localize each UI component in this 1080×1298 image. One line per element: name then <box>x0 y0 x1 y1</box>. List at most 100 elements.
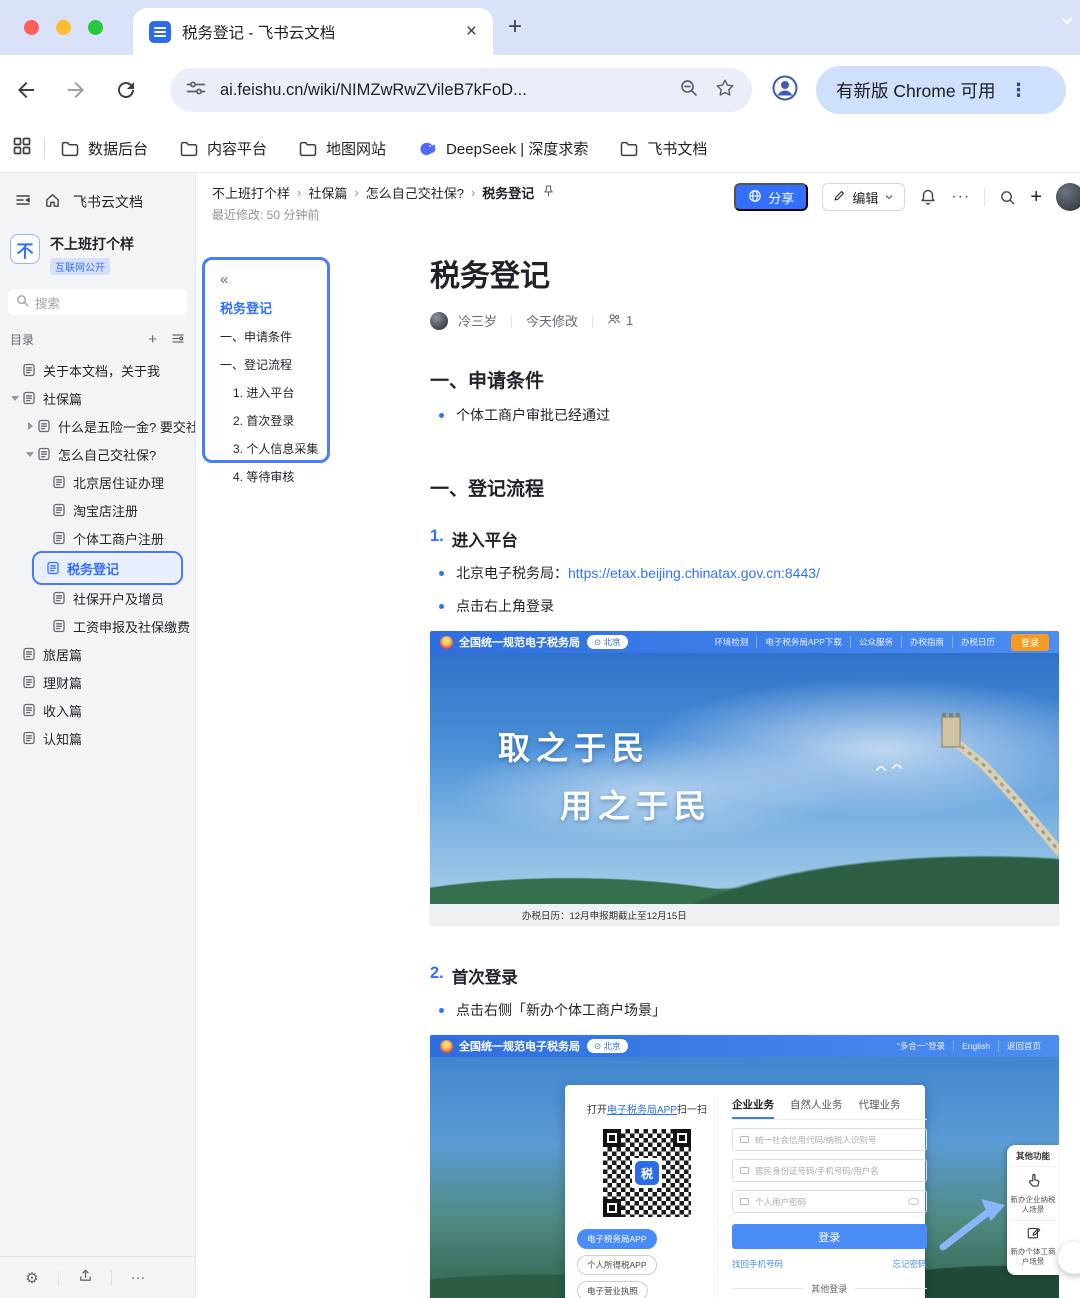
outline-title[interactable]: 税务登记 <box>220 298 321 317</box>
edited-time: 今天修改 <box>526 314 579 329</box>
forgot-password-link: 忘记密码 <box>892 1259 927 1269</box>
close-window-button[interactable] <box>24 20 39 35</box>
edit-button[interactable]: 编辑 <box>822 183 906 211</box>
bookmark-item[interactable]: 地图网站 <box>299 138 386 159</box>
panel-title: 其他功能 <box>1010 1150 1056 1167</box>
share-out-icon[interactable] <box>59 1268 111 1287</box>
maximize-window-button[interactable] <box>88 20 103 35</box>
create-new-icon[interactable]: + <box>1030 187 1042 207</box>
outline-item[interactable]: 一、登记流程 <box>220 356 321 373</box>
tax-top-link: 返回首页 <box>997 1040 1049 1052</box>
forward-icon[interactable] <box>64 78 88 102</box>
login-tab: 自然人业务 <box>790 1099 843 1111</box>
tab-close-icon[interactable]: × <box>466 22 477 41</box>
bookmark-star-icon[interactable] <box>714 77 736 104</box>
directory-settings-icon[interactable] <box>171 331 185 348</box>
sidebar-item[interactable]: 旅居篇 <box>0 640 195 668</box>
breadcrumb-separator: › <box>354 185 359 200</box>
bookmark-item[interactable]: 数据后台 <box>61 138 148 159</box>
author-name[interactable]: 冷三岁 <box>458 311 497 330</box>
sidebar-item-label: 个体工商户注册 <box>73 531 165 547</box>
reload-icon[interactable] <box>114 78 138 102</box>
sidebar-item[interactable]: 认知篇 <box>0 724 195 752</box>
profile-icon[interactable] <box>770 73 800 108</box>
great-wall-graphic <box>759 673 1059 868</box>
sidebar-item-label: 什么是五险一金? 要交社... <box>58 419 195 435</box>
breadcrumb-separator: › <box>297 185 302 200</box>
embedded-image-tax-login[interactable]: 全国统一规范电子税务局 ⊙ 北京 “多合一”登录 English 返回首页 打开电子… <box>430 1035 1059 1298</box>
breadcrumb-item[interactable]: 税务登记 <box>482 183 534 202</box>
sidebar-item[interactable]: 工资申报及社保缴费 <box>0 612 195 640</box>
expand-arrow-icon[interactable] <box>8 395 22 401</box>
breadcrumb-item[interactable]: 怎么自己交社保? <box>366 183 464 202</box>
home-icon[interactable] <box>44 192 61 212</box>
sidebar-item[interactable]: 怎么自己交社保? <box>0 440 195 468</box>
app-pill: 个人所得税APP <box>577 1255 657 1275</box>
settings-gear-icon[interactable]: ⚙ <box>6 1269 58 1287</box>
bookmark-item[interactable]: 内容平台 <box>180 138 267 159</box>
outline-item[interactable]: 一、申请条件 <box>220 328 321 345</box>
embedded-image-tax-homepage[interactable]: 全国统一规范电子税务局 ⊙ 北京 环境检测 电子税务局APP下载 公众服务 办税指南办… <box>430 631 1059 926</box>
more-options-icon[interactable]: ··· <box>112 1269 164 1286</box>
sidebar-item[interactable]: 淘宝店注册 <box>0 496 195 524</box>
pin-icon[interactable] <box>541 184 556 202</box>
other-login-title: 其他登录 <box>811 1284 848 1294</box>
tax-home-nav: 环境检测 电子税务局APP下载 公众服务 办税指南 办税日历 <box>706 636 1003 648</box>
back-icon[interactable] <box>14 78 38 102</box>
sidebar-item[interactable]: 社保开户及增员 <box>0 584 195 612</box>
bullet-text: 个体工商户审批已经通过 <box>456 407 610 423</box>
sidebar-item-label: 社保开户及增员 <box>73 591 165 607</box>
sidebar-item[interactable]: 什么是五险一金? 要交社... <box>0 412 195 440</box>
national-emblem-icon <box>440 1039 453 1053</box>
bookmark-item[interactable]: DeepSeek | 深度求索 <box>418 138 588 159</box>
sidebar-item[interactable]: 收入篇 <box>0 696 195 724</box>
sidebar-item[interactable]: 社保篇 <box>0 384 195 412</box>
tab-overflow-chevron-icon[interactable] <box>1058 12 1076 35</box>
sidebar-item[interactable]: 关于本文档，关于我 <box>0 356 195 384</box>
add-page-icon[interactable]: + <box>148 332 157 347</box>
apps-grid-icon[interactable] <box>12 136 32 161</box>
notifications-bell-icon[interactable] <box>919 188 937 206</box>
tax-home-hero: 取之于民 用之于民 <box>430 653 1059 904</box>
doc-icon <box>22 703 36 717</box>
collapse-sidebar-icon[interactable] <box>14 191 32 212</box>
expand-arrow-icon[interactable] <box>23 422 37 430</box>
input-placeholder: 居民身份证号码/手机号码/用户名 <box>755 1165 879 1176</box>
minimize-window-button[interactable] <box>56 20 71 35</box>
expand-arrow-icon[interactable] <box>23 451 37 457</box>
address-bar[interactable]: ai.feishu.cn/wiki/NIMZwRwZVileB7kFoD... <box>170 68 752 112</box>
doc-icon <box>52 591 66 605</box>
tax-nav-link: 公众服务 <box>849 636 901 648</box>
folder-icon <box>61 141 79 157</box>
sidebar-item[interactable]: 理财篇 <box>0 668 195 696</box>
eye-icon <box>907 1198 919 1205</box>
outline-item[interactable]: 4. 等待审核 <box>233 468 321 485</box>
site-info-icon[interactable] <box>186 78 206 103</box>
outline-item[interactable]: 3. 个人信息采集 <box>233 440 321 457</box>
bookmark-item[interactable]: 飞书文档 <box>620 138 707 159</box>
outline-item[interactable]: 1. 进入平台 <box>233 384 321 401</box>
more-actions-icon[interactable]: ··· <box>951 188 970 206</box>
outline-collapse-icon[interactable]: « <box>220 271 228 288</box>
wiki-header[interactable]: 不 不上班打个样 互联网公开 <box>0 218 195 275</box>
chrome-update-button[interactable]: 有新版 Chrome 可用 ⋮ <box>816 66 1066 114</box>
sidebar-app-title[interactable]: 飞书云文档 <box>73 192 143 212</box>
browser-tab[interactable]: 税务登记 - 飞书云文档 × <box>133 8 493 55</box>
url-text[interactable]: ai.feishu.cn/wiki/NIMZwRwZVileB7kFoD... <box>220 81 664 100</box>
user-avatar[interactable] <box>1056 183 1080 211</box>
sidebar-item-selected[interactable]: 税务登记 <box>31 550 184 586</box>
wiki-icon: 不 <box>10 234 40 264</box>
sidebar-search-input[interactable]: 搜索 <box>8 289 187 315</box>
outline-item[interactable]: 2. 首次登录 <box>233 412 321 429</box>
etax-link[interactable]: https://etax.beijing.chinatax.gov.cn:844… <box>568 565 820 581</box>
sidebar-item[interactable]: 北京居住证办理 <box>0 468 195 496</box>
sidebar-item[interactable]: 个体工商户注册 <box>0 524 195 552</box>
browser-menu-icon[interactable]: ⋮ <box>1009 80 1028 101</box>
sidebar-item-label: 收入篇 <box>43 703 83 719</box>
breadcrumb-item[interactable]: 社保篇 <box>308 183 347 202</box>
breadcrumb-item[interactable]: 不上班打个样 <box>212 183 290 202</box>
zoom-out-icon[interactable] <box>678 77 700 104</box>
doc-search-icon[interactable] <box>999 189 1016 206</box>
share-button[interactable]: 分享 <box>734 183 809 211</box>
new-tab-button[interactable]: + <box>508 15 522 39</box>
